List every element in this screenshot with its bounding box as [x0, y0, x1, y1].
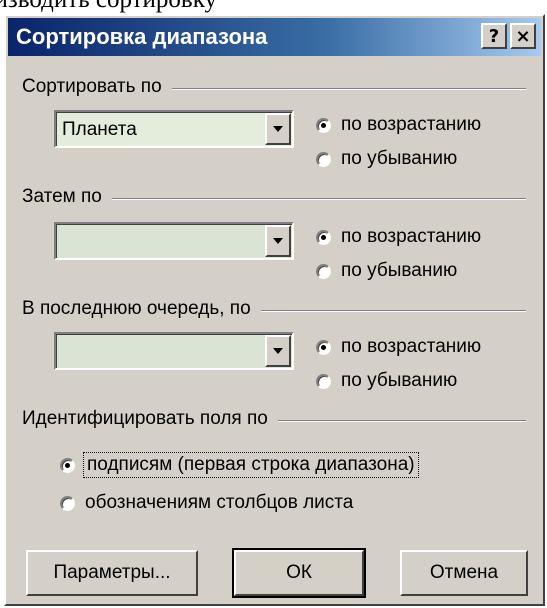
finally-by-ascending-radio[interactable]: по возрастанию	[316, 336, 481, 358]
ascending-label: по возрастанию	[341, 336, 482, 357]
identify-by-headers-radio[interactable]: подписям (первая строка диапазона)	[60, 452, 419, 478]
descending-label: по убыванию	[341, 260, 458, 281]
then-by-ascending-radio[interactable]: по возрастанию	[316, 226, 481, 248]
sort-by-value: Планета	[62, 119, 137, 140]
identify-fields-label: Идентифицировать поля по	[22, 408, 278, 430]
ascending-label: по возрастанию	[341, 226, 482, 247]
then-by-descending-radio[interactable]: по убыванию	[316, 260, 457, 282]
finally-by-combobox[interactable]	[54, 332, 294, 370]
radio-unchecked-icon	[316, 373, 331, 389]
sort-by-ascending-radio[interactable]: по возрастанию	[316, 114, 481, 136]
sort-by-label: Сортировать по	[22, 76, 172, 98]
dropdown-arrow-icon[interactable]	[265, 335, 291, 367]
dropdown-arrow-icon[interactable]	[265, 113, 291, 145]
headers-option-label: подписям (первая строка диапазона)	[83, 452, 419, 478]
help-button[interactable]: ?	[481, 23, 507, 49]
options-button[interactable]: Параметры...	[26, 550, 198, 596]
finally-by-label: В последнюю очередь, по	[22, 298, 261, 320]
radio-checked-icon	[316, 229, 331, 245]
descending-label: по убыванию	[341, 148, 458, 169]
finally-by-descending-radio[interactable]: по убыванию	[316, 370, 457, 392]
columns-option-label: обозначениям столбцов листа	[85, 492, 354, 513]
ascending-label: по возрастанию	[341, 114, 482, 135]
dropdown-arrow-icon[interactable]	[265, 225, 291, 257]
radio-unchecked-icon	[316, 263, 331, 279]
close-button[interactable]: ×	[510, 23, 536, 49]
radio-checked-icon	[316, 339, 331, 355]
sort-by-combobox[interactable]: Планета	[54, 110, 294, 148]
then-by-combobox[interactable]	[54, 222, 294, 260]
title-bar: Сортировка диапазона ? ×	[8, 18, 541, 56]
radio-checked-icon	[316, 117, 331, 133]
identify-by-columns-radio[interactable]: обозначениям столбцов листа	[60, 492, 353, 514]
sort-range-dialog: Сортировка диапазона ? × Сортировать по …	[4, 14, 545, 606]
ok-button[interactable]: ОК	[232, 548, 366, 598]
then-by-label: Затем по	[22, 186, 112, 208]
dialog-title: Сортировка диапазона	[16, 24, 268, 49]
radio-unchecked-icon	[60, 495, 75, 511]
radio-checked-icon	[60, 457, 75, 473]
cancel-button[interactable]: Отмена	[400, 550, 528, 596]
sort-by-descending-radio[interactable]: по убыванию	[316, 148, 457, 170]
radio-unchecked-icon	[316, 151, 331, 167]
descending-label: по убыванию	[341, 370, 458, 391]
